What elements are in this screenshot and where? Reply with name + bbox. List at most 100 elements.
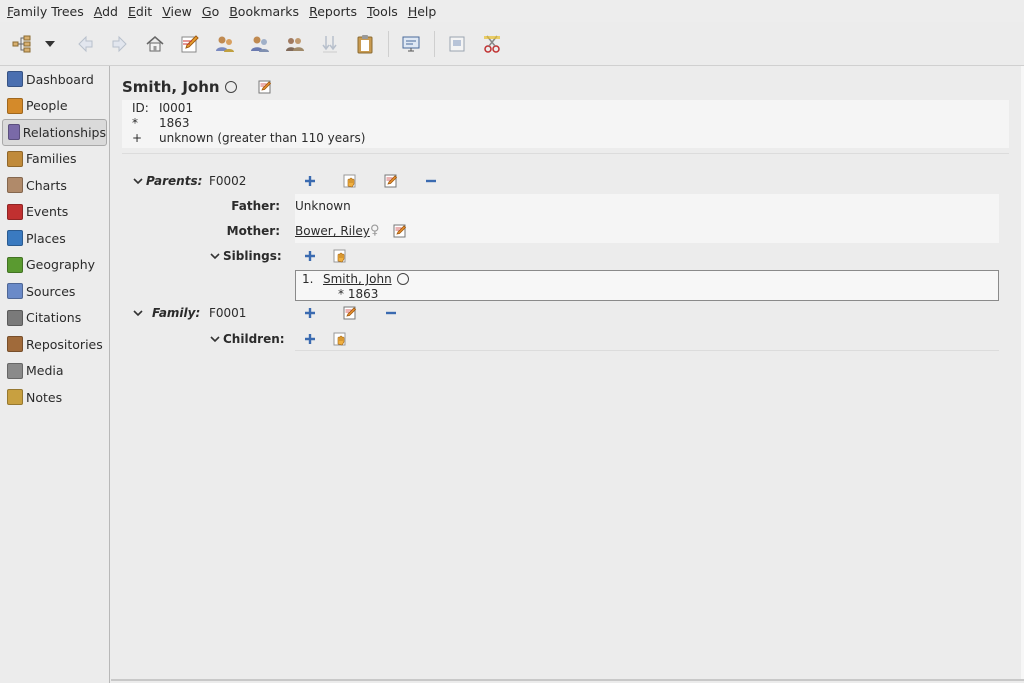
sidebar-item-sources[interactable]: Sources [0, 278, 109, 305]
edit-family-button[interactable] [342, 305, 358, 321]
sibling-birth: * 1863 [338, 287, 379, 301]
add-parents-button[interactable] [302, 173, 318, 189]
edit-icon [393, 224, 407, 238]
add-sibling-button[interactable] [302, 248, 318, 264]
sidebar-item-places[interactable]: Places [0, 225, 109, 252]
sidebar-item-media[interactable]: Media [0, 358, 109, 385]
sidebar-item-label: Sources [26, 283, 76, 299]
sidebar-item-dashboard[interactable]: Dashboard [0, 66, 109, 93]
sidebar-item-label: Relationships [22, 124, 106, 140]
forward-icon[interactable] [106, 30, 134, 58]
media-icon[interactable] [443, 30, 471, 58]
minus-icon [386, 311, 396, 315]
menu-add[interactable]: Add [89, 4, 123, 19]
tools-icon[interactable] [478, 30, 506, 58]
sidebar-item-label: Charts [26, 177, 67, 193]
sidebar-item-label: Families [26, 151, 77, 167]
menu-help[interactable]: Help [403, 4, 442, 19]
families-icon [7, 150, 23, 167]
sidebar-item-label: Places [26, 230, 66, 246]
death-key: + [132, 131, 143, 145]
menu-family-trees[interactable]: Family Trees [2, 4, 89, 19]
sidebar-item-citations[interactable]: Citations [0, 305, 109, 332]
menu-edit[interactable]: Edit [123, 4, 157, 19]
hand-icon [343, 174, 356, 188]
notes-icon [7, 389, 23, 406]
relationship-view: Smith, John ID: I0001 * 1863 + unknown (gre… [111, 66, 1024, 683]
children-section-toggle[interactable]: Children: [210, 332, 285, 346]
add-family-button[interactable] [302, 305, 318, 321]
hand-icon [333, 249, 346, 263]
family-label: Family: [152, 306, 201, 320]
siblings-label: Siblings: [223, 249, 282, 263]
sidebar-item-relationships[interactable]: Relationships [2, 119, 107, 146]
charts-icon [7, 177, 23, 194]
share-parents-button[interactable] [342, 173, 358, 189]
repositories-icon [7, 336, 23, 353]
gender-unknown-icon [397, 273, 409, 285]
divider [122, 153, 1009, 154]
father-label: Father: [231, 199, 280, 213]
sidebar-item-label: Events [26, 204, 69, 220]
parents-section-toggle[interactable]: Parents: [133, 174, 202, 188]
chevron-down-icon [133, 310, 143, 317]
sidebar-item-notes[interactable]: Notes [0, 384, 109, 411]
reorder-icon[interactable] [316, 30, 344, 58]
share-child-button[interactable] [332, 331, 348, 347]
sidebar-item-label: Geography [26, 257, 96, 273]
remove-parents-button[interactable] [423, 173, 439, 189]
add-parents-icon[interactable] [211, 30, 239, 58]
siblings-section-toggle[interactable]: Siblings: [210, 249, 282, 263]
relationships-icon [8, 124, 20, 141]
edit-icon [343, 306, 357, 320]
plus-icon [305, 176, 315, 186]
death-value: unknown (greater than 110 years) [159, 131, 366, 145]
toolbar-separator [434, 30, 435, 57]
people-icon [7, 97, 23, 114]
menu-tools[interactable]: Tools [362, 4, 403, 19]
menu-bar: Family Trees Add Edit View Go Bookmarks Report… [0, 0, 1024, 22]
sibling-list: 1. Smith, John * 1863 [295, 270, 999, 301]
sidebar-item-geography[interactable]: Geography [0, 252, 109, 279]
menu-view[interactable]: View [157, 4, 197, 19]
id-key: ID: [132, 101, 149, 115]
edit-icon[interactable] [176, 30, 204, 58]
sidebar-item-families[interactable]: Families [0, 146, 109, 173]
back-icon[interactable] [71, 30, 99, 58]
edit-person-icon[interactable] [258, 80, 272, 94]
tree-view-icon[interactable] [8, 30, 36, 58]
sidebar-item-label: Citations [26, 310, 82, 326]
home-icon[interactable] [141, 30, 169, 58]
page-title: Smith, John [122, 78, 220, 96]
gender-unknown-icon [224, 81, 237, 93]
sidebar-item-label: Media [26, 363, 64, 379]
sibling-number: 1. [302, 272, 314, 286]
sidebar-item-charts[interactable]: Charts [0, 172, 109, 199]
sidebar-item-people[interactable]: People [0, 93, 109, 120]
add-family-icon[interactable] [281, 30, 309, 58]
status-bar-border [111, 679, 1024, 681]
family-section-toggle[interactable]: Family: [133, 306, 200, 320]
clipboard-icon[interactable] [351, 30, 379, 58]
sidebar-item-repositories[interactable]: Repositories [0, 331, 109, 358]
toolbar [0, 22, 1024, 66]
sidebar-item-events[interactable]: Events [0, 199, 109, 226]
config-view-icon[interactable] [397, 30, 425, 58]
remove-family-button[interactable] [383, 305, 399, 321]
menu-go[interactable]: Go [197, 4, 224, 19]
chevron-down-icon[interactable] [43, 30, 57, 58]
edit-parents-button[interactable] [383, 173, 399, 189]
mother-link[interactable]: Bower, Riley [295, 224, 370, 238]
share-parents-icon[interactable] [246, 30, 274, 58]
sidebar-item-label: Notes [26, 389, 63, 405]
minus-icon [426, 179, 436, 183]
share-sibling-button[interactable] [332, 248, 348, 264]
sibling-link[interactable]: Smith, John [323, 272, 392, 286]
menu-reports[interactable]: Reports [304, 4, 362, 19]
person-header: Smith, John [122, 78, 272, 96]
female-icon: ♀ [370, 223, 380, 238]
menu-bookmarks[interactable]: Bookmarks [224, 4, 304, 19]
add-child-button[interactable] [302, 331, 318, 347]
edit-mother-button[interactable] [392, 223, 408, 239]
chevron-down-icon [133, 178, 143, 185]
